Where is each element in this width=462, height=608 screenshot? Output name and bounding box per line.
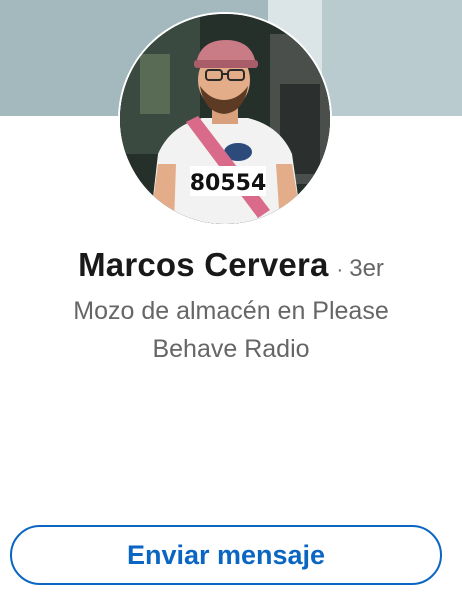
send-message-button[interactable]: Enviar mensaje (10, 525, 442, 585)
connection-degree: 3er (349, 255, 384, 282)
profile-name[interactable]: Marcos Cervera (78, 246, 328, 283)
avatar-bib-number: 80554 (190, 171, 267, 196)
cover-shape (322, 0, 462, 116)
profile-card: 80554 Marcos Cervera · 3er Mozo de almacén… (0, 0, 462, 608)
degree-separator: · (336, 259, 344, 281)
avatar[interactable]: 80554 (120, 14, 330, 224)
profile-name-row: Marcos Cervera · 3er (0, 246, 462, 284)
profile-headline: Mozo de almacén en Please Behave Radio (73, 297, 389, 363)
avatar-photo: 80554 (120, 14, 330, 224)
